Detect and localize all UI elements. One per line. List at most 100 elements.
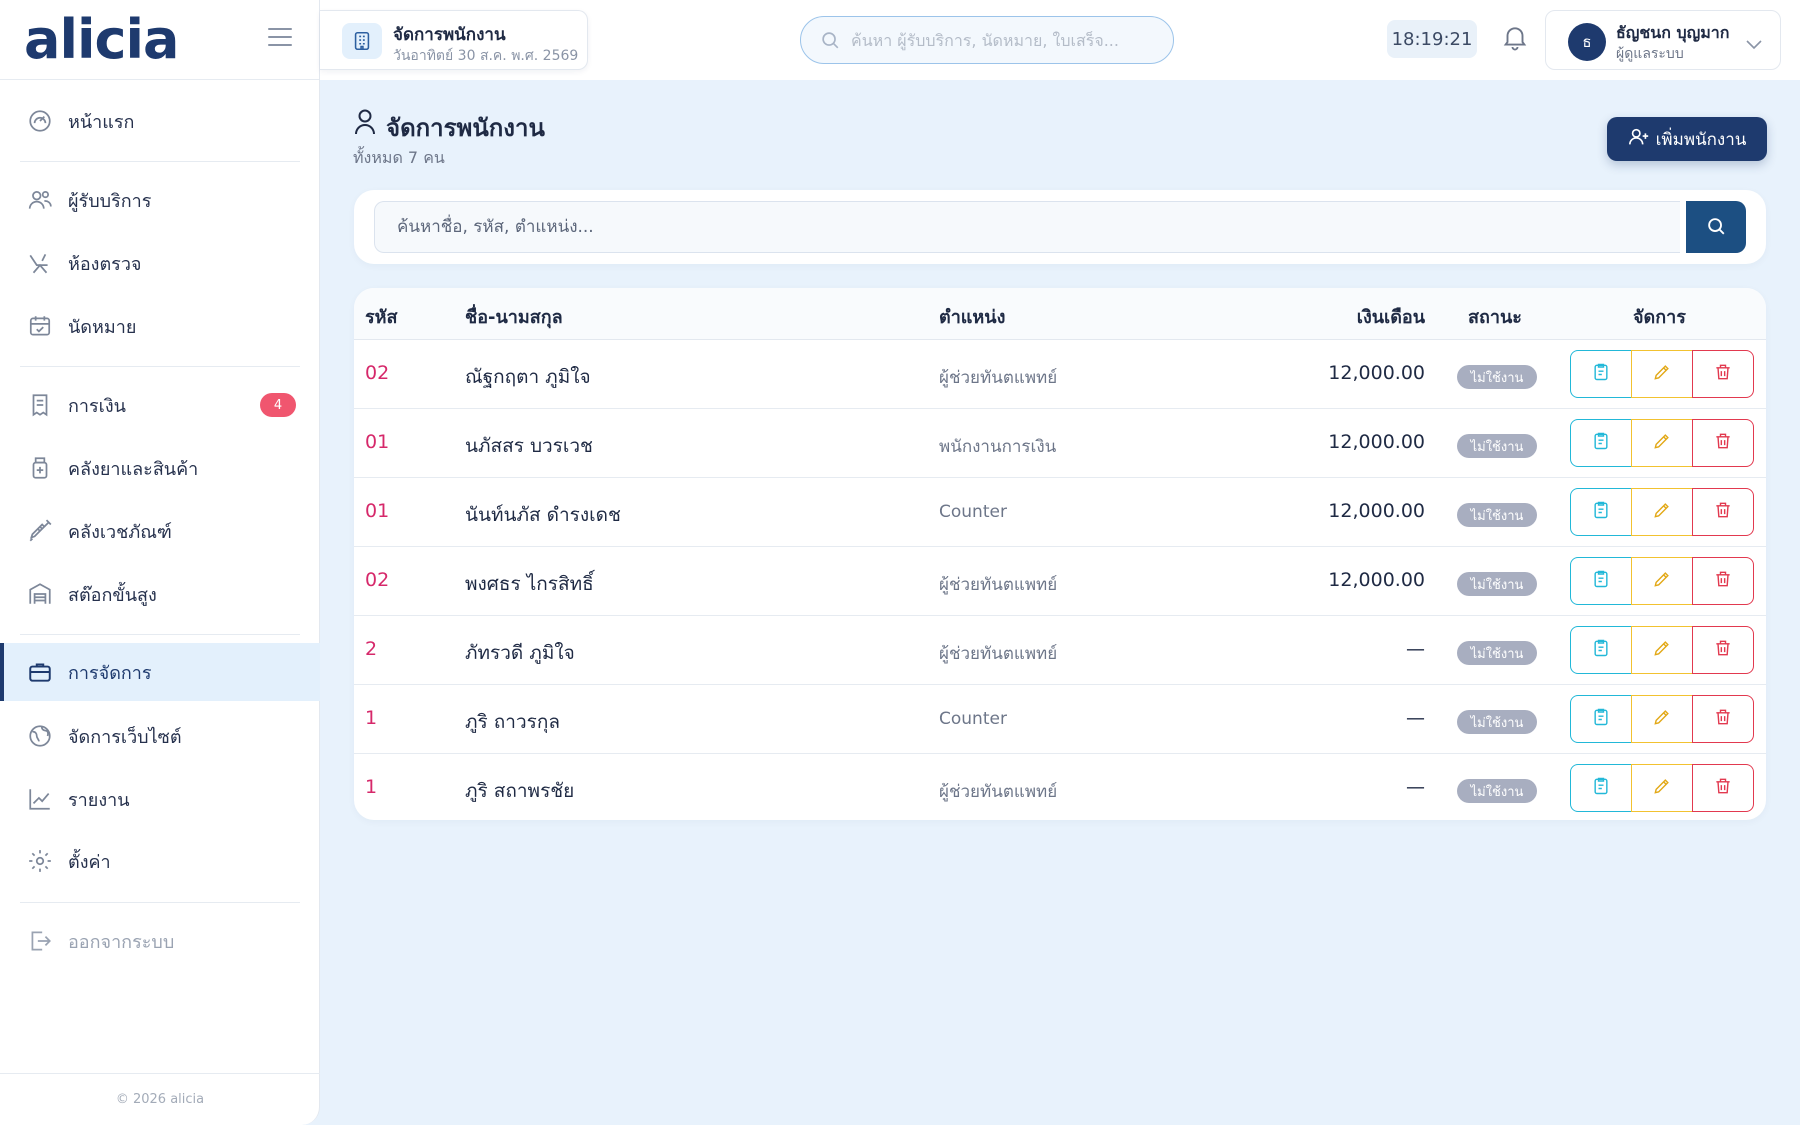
trash-icon — [1713, 431, 1733, 455]
header-status: สถานะ — [1468, 307, 1522, 328]
status-badge: ไม่ใช้งาน — [1457, 365, 1537, 389]
delete-button[interactable] — [1692, 695, 1754, 743]
delete-button[interactable] — [1692, 626, 1754, 674]
sidebar-item-exam-room[interactable]: ห้องตรวจ — [0, 234, 320, 292]
employee-position: Counter — [939, 709, 1007, 729]
status-badge: ไม่ใช้งาน — [1457, 641, 1537, 665]
employee-id: 1 — [365, 707, 378, 729]
table-row: 1 ภูริ ถาวรกุล Counter — ไม่ใช้งาน — [354, 685, 1766, 754]
warehouse-icon — [27, 581, 53, 607]
building-icon — [342, 23, 382, 59]
global-search[interactable] — [800, 16, 1174, 64]
view-button[interactable] — [1570, 488, 1632, 536]
edit-button[interactable] — [1631, 488, 1693, 536]
employee-id: 01 — [365, 500, 390, 522]
view-button[interactable] — [1570, 764, 1632, 812]
clipboard-icon — [1591, 707, 1611, 731]
user-menu[interactable]: ธ ธัญชนก บุญมาก ผู้ดูแลระบบ — [1545, 10, 1781, 70]
app-logo[interactable]: alicia — [24, 8, 179, 71]
employee-name: ภูริ ถาวรกุล — [465, 711, 560, 733]
employee-name: ภูริ สถาพรชัย — [465, 780, 575, 802]
sidebar-divider — [20, 366, 300, 367]
delete-button[interactable] — [1692, 350, 1754, 398]
current-date: วันอาทิตย์ 30 ส.ค. พ.ศ. 2569 — [393, 48, 579, 64]
trash-icon — [1713, 362, 1733, 386]
header-id: รหัส — [365, 307, 398, 328]
delete-button[interactable] — [1692, 764, 1754, 812]
employee-name: นภัสสร บวรเวช — [465, 435, 593, 457]
sidebar-item-appointments[interactable]: นัดหมาย — [0, 297, 320, 355]
sidebar: alicia หน้าแรก ผู้รับบริการ ห้องตรวจ นัด… — [0, 0, 320, 1125]
sidebar-item-clients[interactable]: ผู้รับบริการ — [0, 171, 320, 229]
edit-button[interactable] — [1631, 626, 1693, 674]
add-employee-label: เพิ่มพนักงาน — [1655, 129, 1747, 150]
dashboard-icon — [27, 108, 53, 134]
delete-button[interactable] — [1692, 488, 1754, 536]
sidebar-item-label: คลังเวชภัณฑ์ — [68, 521, 172, 543]
delete-button[interactable] — [1692, 557, 1754, 605]
sidebar-item-label: การจัดการ — [68, 662, 152, 684]
employee-salary: — — [1406, 638, 1425, 660]
edit-button[interactable] — [1631, 557, 1693, 605]
briefcase-icon — [27, 659, 53, 685]
add-employee-button[interactable]: เพิ่มพนักงาน — [1607, 117, 1767, 161]
trash-icon — [1713, 569, 1733, 593]
edit-button[interactable] — [1631, 764, 1693, 812]
trash-icon — [1713, 707, 1733, 731]
view-button[interactable] — [1570, 350, 1632, 398]
sidebar-item-label: ห้องตรวจ — [68, 253, 142, 275]
view-button[interactable] — [1570, 419, 1632, 467]
sidebar-item-label: การเงิน — [68, 395, 126, 417]
sidebar-item-settings[interactable]: ตั้งค่า — [0, 832, 320, 890]
delete-button[interactable] — [1692, 419, 1754, 467]
pencil-icon — [1652, 569, 1672, 593]
table-header: รหัส ชื่อ-นามสกุล ตำแหน่ง เงินเดือน สถาน… — [354, 288, 1766, 340]
bell-icon[interactable] — [1500, 22, 1530, 52]
employee-id: 01 — [365, 431, 390, 453]
sidebar-divider — [20, 634, 300, 635]
employee-name: นันท์นภัส ดำรงเดช — [465, 504, 621, 526]
notification-badge: 4 — [260, 393, 296, 417]
employee-id: 2 — [365, 638, 378, 660]
edit-button[interactable] — [1631, 695, 1693, 743]
header-salary: เงินเดือน — [1356, 307, 1425, 328]
view-button[interactable] — [1570, 695, 1632, 743]
pencil-icon — [1652, 362, 1672, 386]
sidebar-item-advanced-stock[interactable]: สต๊อกขั้นสูง — [0, 565, 320, 623]
sidebar-item-finance[interactable]: การเงิน 4 — [0, 376, 320, 434]
sidebar-item-medical-supplies[interactable]: คลังเวชภัณฑ์ — [0, 502, 320, 560]
employee-position: ผู้ช่วยทันตแพทย์ — [939, 575, 1058, 595]
sidebar-item-label: ออกจากระบบ — [68, 931, 175, 953]
pencil-icon — [1652, 776, 1672, 800]
hamburger-menu-icon[interactable] — [268, 28, 292, 48]
clipboard-icon — [1591, 500, 1611, 524]
employee-search-input[interactable] — [374, 201, 1680, 253]
header-name: ชื่อ-นามสกุล — [465, 307, 563, 328]
edit-button[interactable] — [1631, 350, 1693, 398]
employee-table: รหัส ชื่อ-นามสกุล ตำแหน่ง เงินเดือน สถาน… — [354, 288, 1766, 820]
pencil-icon — [1652, 431, 1672, 455]
sidebar-item-website[interactable]: จัดการเว็บไซต์ — [0, 707, 320, 765]
status-badge: ไม่ใช้งาน — [1457, 572, 1537, 596]
clipboard-icon — [1591, 569, 1611, 593]
sidebar-item-label: รายงาน — [68, 789, 130, 811]
pencil-icon — [1652, 638, 1672, 662]
chevron-down-icon — [1746, 35, 1762, 50]
sidebar-item-home[interactable]: หน้าแรก — [0, 92, 320, 150]
edit-button[interactable] — [1631, 419, 1693, 467]
global-search-input[interactable] — [851, 27, 1151, 53]
sidebar-item-reports[interactable]: รายงาน — [0, 770, 320, 828]
table-row: 02 พงศธร ไกรสิทธิ์ ผู้ช่วยทันตแพทย์ 12,0… — [354, 547, 1766, 616]
search-button[interactable] — [1686, 201, 1746, 253]
sidebar-item-logout[interactable]: ออกจากระบบ — [0, 912, 320, 970]
main-title: จัดการพนักงาน — [386, 114, 545, 142]
page-title: จัดการพนักงาน — [393, 25, 506, 45]
clipboard-icon — [1591, 638, 1611, 662]
receipt-icon — [27, 392, 53, 418]
view-button[interactable] — [1570, 557, 1632, 605]
sidebar-item-pharmacy[interactable]: คลังยาและสินค้า — [0, 439, 320, 497]
trash-icon — [1713, 638, 1733, 662]
sidebar-item-management[interactable]: การจัดการ — [0, 643, 320, 701]
sidebar-footer: © 2026 alicia — [0, 1073, 320, 1125]
view-button[interactable] — [1570, 626, 1632, 674]
